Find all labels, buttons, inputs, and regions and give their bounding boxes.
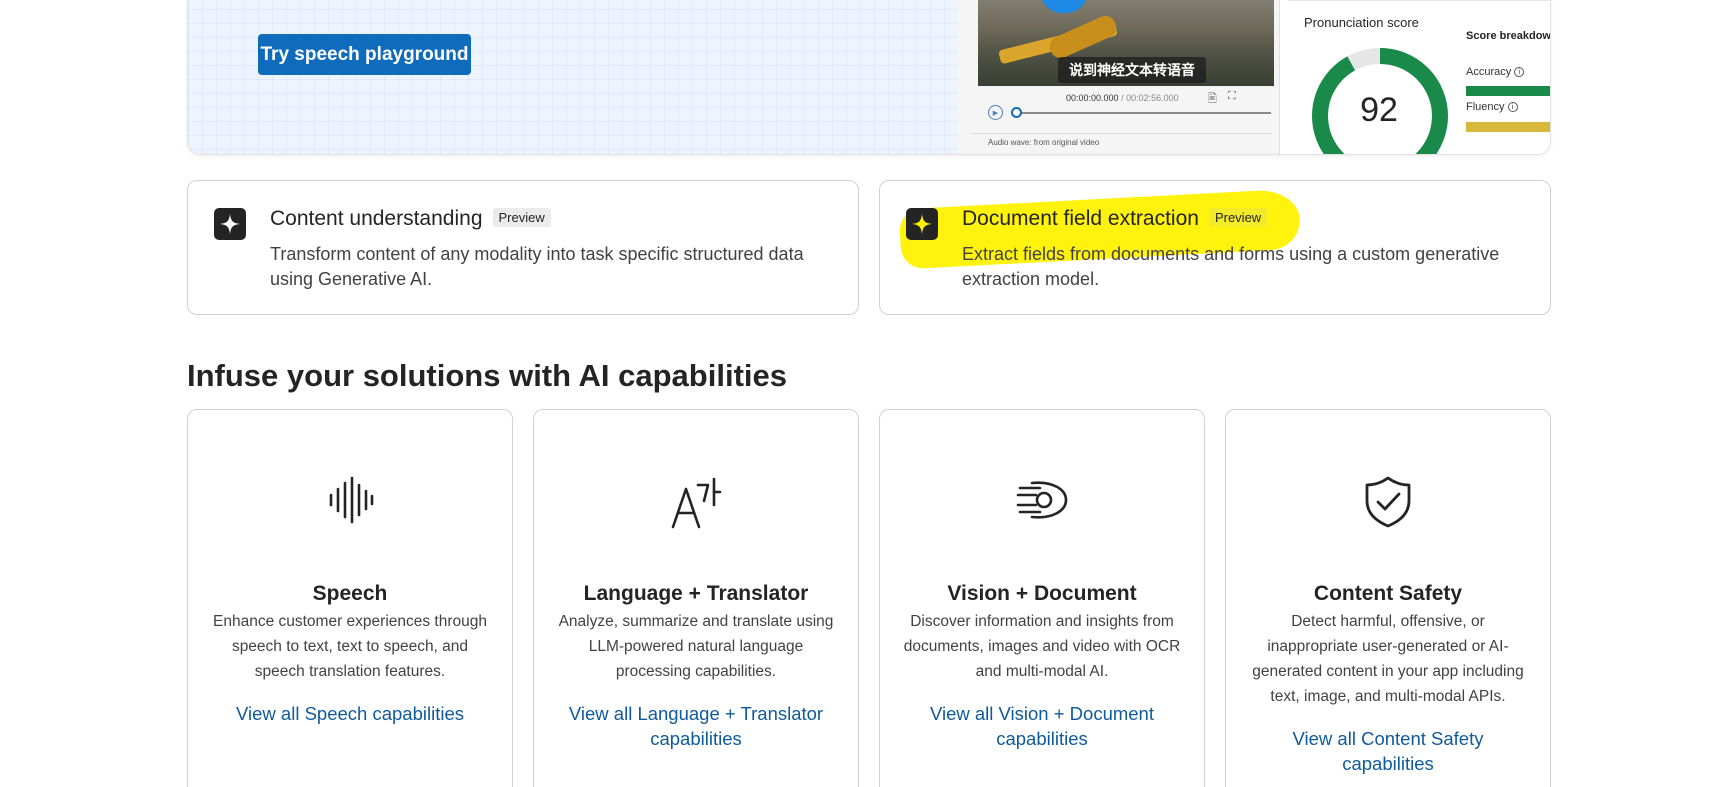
info-icon[interactable]: i xyxy=(1507,102,1518,112)
feature-description: Transform content of any modality into t… xyxy=(270,244,804,289)
score-breakdown-title: Score breakdown xyxy=(1466,30,1551,42)
time-current: 00:00:00.000 xyxy=(1066,93,1119,103)
score-value: 92 xyxy=(1360,91,1398,129)
fullscreen-icon[interactable]: ⛶ xyxy=(1228,90,1236,103)
hero-illustration: 说到神经文本转语音 00:00:00.000 / 00:02:56.000 🖹 … xyxy=(958,0,1551,154)
view-content-safety-capabilities-link[interactable]: View all Content Safety capabilities xyxy=(1256,726,1520,776)
preview-badge: Preview xyxy=(1208,208,1268,227)
sparkle-icon xyxy=(906,208,938,240)
accuracy-bar xyxy=(1466,86,1550,96)
capability-description: Detect harmful, offensive, or inappropri… xyxy=(1252,613,1524,705)
fluency-label: Fluency i xyxy=(1466,101,1518,113)
time-total: 00:02:56.000 xyxy=(1126,93,1179,103)
airplane-body xyxy=(1046,12,1120,62)
accuracy-label: Accuracy i xyxy=(1466,66,1525,78)
video-frame: 说到神经文本转语音 xyxy=(978,0,1274,86)
video-subtitle: 说到神经文本转语音 xyxy=(1058,57,1206,83)
eye-scan-icon xyxy=(880,475,1204,535)
sparkle-icon xyxy=(214,208,246,240)
video-scrubber-track[interactable] xyxy=(1016,112,1271,114)
play-marker-icon xyxy=(1040,0,1088,13)
fluency-bar xyxy=(1466,122,1550,132)
view-vision-document-capabilities-link[interactable]: View all Vision + Document capabilities xyxy=(910,701,1174,751)
content-understanding-card[interactable]: Content understanding Preview Transform c… xyxy=(187,180,859,315)
capability-title: Language + Translator xyxy=(583,582,809,605)
feature-description: Extract fields from documents and forms … xyxy=(962,244,1500,289)
capability-title: Vision + Document xyxy=(947,582,1137,605)
view-speech-capabilities-link[interactable]: View all Speech capabilities xyxy=(218,701,482,726)
capability-description: Discover information and insights from d… xyxy=(903,613,1181,680)
soundwave-icon xyxy=(188,475,512,535)
info-icon[interactable]: i xyxy=(1514,67,1525,77)
video-player-preview: 说到神经文本转语音 00:00:00.000 / 00:02:56.000 🖹 … xyxy=(958,0,1280,154)
speech-hero-banner: Try speech playground 说到神经文本转语音 00:00:00… xyxy=(187,0,1551,155)
capability-title: Content Safety xyxy=(1313,582,1463,605)
feature-title-text[interactable]: Content understanding xyxy=(270,207,483,230)
feature-title[interactable]: Document field extraction Preview xyxy=(962,207,1268,231)
translate-icon xyxy=(534,475,858,535)
fluency-label-text: Fluency xyxy=(1466,101,1505,113)
play-icon[interactable]: ▶ xyxy=(988,105,1003,120)
panel-divider xyxy=(1288,0,1550,1)
capability-description: Enhance customer experiences through spe… xyxy=(213,613,487,680)
feature-title[interactable]: Content understanding Preview xyxy=(270,207,551,231)
section-heading: Infuse your solutions with AI capabiliti… xyxy=(187,358,787,393)
audio-wave-label: Audio wave: from original video xyxy=(972,133,1272,154)
view-language-translator-capabilities-link[interactable]: View all Language + Translator capabilit… xyxy=(564,701,828,751)
video-timecode: 00:00:00.000 / 00:02:56.000 xyxy=(1066,93,1179,103)
document-field-extraction-card[interactable]: Document field extraction Preview Extract… xyxy=(879,180,1551,315)
pronunciation-score-panel: Pronunciation score 92 Score breakdown A… xyxy=(1288,0,1551,154)
preview-badge: Preview xyxy=(492,208,551,227)
time-separator: / xyxy=(1118,93,1127,103)
content-safety-capability-card: Content Safety Detect harmful, offensive… xyxy=(1225,409,1551,787)
accuracy-label-text: Accuracy xyxy=(1466,66,1512,78)
language-translator-capability-card: Language + Translator Analyze, summarize… xyxy=(533,409,859,787)
try-speech-playground-button[interactable]: Try speech playground xyxy=(258,34,471,75)
video-scrubber-handle[interactable] xyxy=(1011,107,1022,118)
captions-icon[interactable]: 🖹 xyxy=(1208,90,1217,109)
capability-title: Speech xyxy=(312,582,388,605)
feature-title-text[interactable]: Document field extraction xyxy=(962,207,1199,230)
pronunciation-score-title: Pronunciation score xyxy=(1304,15,1419,30)
speech-capability-card: Speech Enhance customer experiences thro… xyxy=(187,409,513,787)
capability-description: Analyze, summarize and translate using L… xyxy=(558,613,834,680)
shield-check-icon xyxy=(1226,475,1550,535)
vision-document-capability-card: Vision + Document Discover information a… xyxy=(879,409,1205,787)
